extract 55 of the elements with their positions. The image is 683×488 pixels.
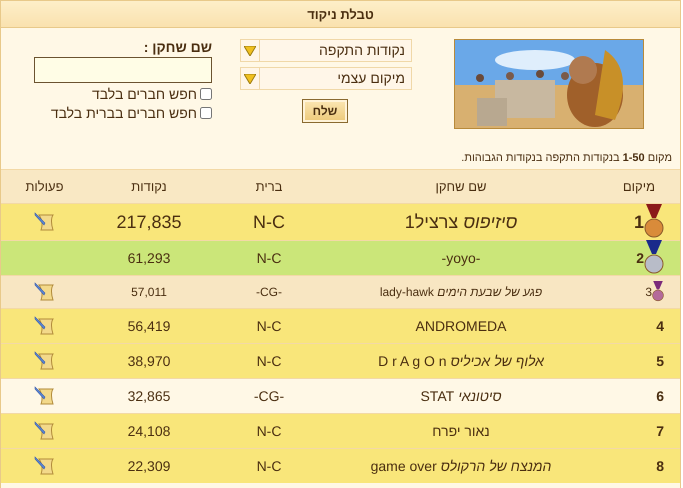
points-value: 38,970 — [128, 353, 170, 369]
alliance-name: N-C — [256, 353, 282, 369]
points-value: 24,108 — [128, 423, 170, 439]
scroll-quill-icon[interactable] — [34, 282, 56, 302]
scroll-quill-icon[interactable] — [34, 386, 56, 406]
column-header: פעולות — [25, 179, 64, 194]
scroll-quill-icon[interactable] — [34, 456, 56, 476]
rank-text: 2 — [636, 250, 644, 266]
alliance-name: N-C — [256, 318, 282, 334]
dropdown[interactable]: מיקום עצמי — [240, 67, 412, 90]
points-value: 56,419 — [128, 318, 170, 334]
player-name[interactable]: נאור יפרח — [432, 423, 490, 439]
rank-text: 4 — [656, 318, 664, 334]
column-header: שם שחקן — [436, 179, 487, 194]
column-header: נקודות — [131, 179, 167, 194]
player-name[interactable]: סיזיפוס צרציל1 — [404, 212, 518, 232]
points-value: 217,835 — [116, 212, 182, 232]
rank-text: 7 — [656, 423, 664, 439]
alliance-name: -CG- — [254, 388, 284, 404]
rank-text: 5 — [656, 353, 664, 369]
checkbox[interactable] — [200, 107, 212, 119]
scroll-quill-icon[interactable] — [34, 316, 56, 336]
player-name[interactable]: -yoyo- — [442, 250, 480, 266]
alliance-name: N-C — [256, 423, 282, 439]
medal-icon — [644, 204, 664, 240]
scroll-quill-icon[interactable] — [34, 421, 56, 441]
caret-icon — [244, 74, 256, 84]
alliance-name: N-C — [256, 250, 282, 266]
scroll-quill-icon[interactable] — [34, 351, 56, 371]
rank-text: 3 — [645, 285, 652, 299]
points-value: 22,309 — [128, 458, 170, 474]
checkbox-label: חפש חברים בלבד — [92, 86, 197, 102]
rank-text: 1 — [634, 212, 644, 232]
alliance-name: -CG- — [256, 285, 282, 299]
player-name[interactable]: ANDROMEDA — [416, 318, 507, 334]
checkbox[interactable] — [200, 88, 212, 100]
alliance-name: N-C — [253, 212, 285, 232]
dropdown[interactable]: נקודות התקפה — [240, 39, 412, 62]
scroll-quill-icon[interactable] — [34, 212, 56, 232]
alliance-name: N-C — [256, 458, 282, 474]
points-value: 61,293 — [128, 250, 170, 266]
rank-text: 8 — [656, 458, 664, 474]
column-header: ברית — [256, 179, 282, 194]
points-value: 57,011 — [131, 285, 167, 299]
player-name-label: שם שחקן : — [144, 39, 212, 55]
rank-text: 6 — [656, 388, 664, 404]
medal-icon — [644, 240, 664, 276]
send-button[interactable]: שלח — [302, 99, 348, 123]
points-value: 32,865 — [128, 388, 170, 404]
player-name-field[interactable] — [34, 57, 212, 83]
panel-title: טבלת ניקוד — [1, 1, 680, 28]
caret-icon — [244, 46, 256, 56]
column-header: מיקום — [622, 179, 655, 194]
checkbox-label: חפש חברים בברית בלבד — [50, 105, 197, 121]
medal-icon — [652, 281, 664, 303]
